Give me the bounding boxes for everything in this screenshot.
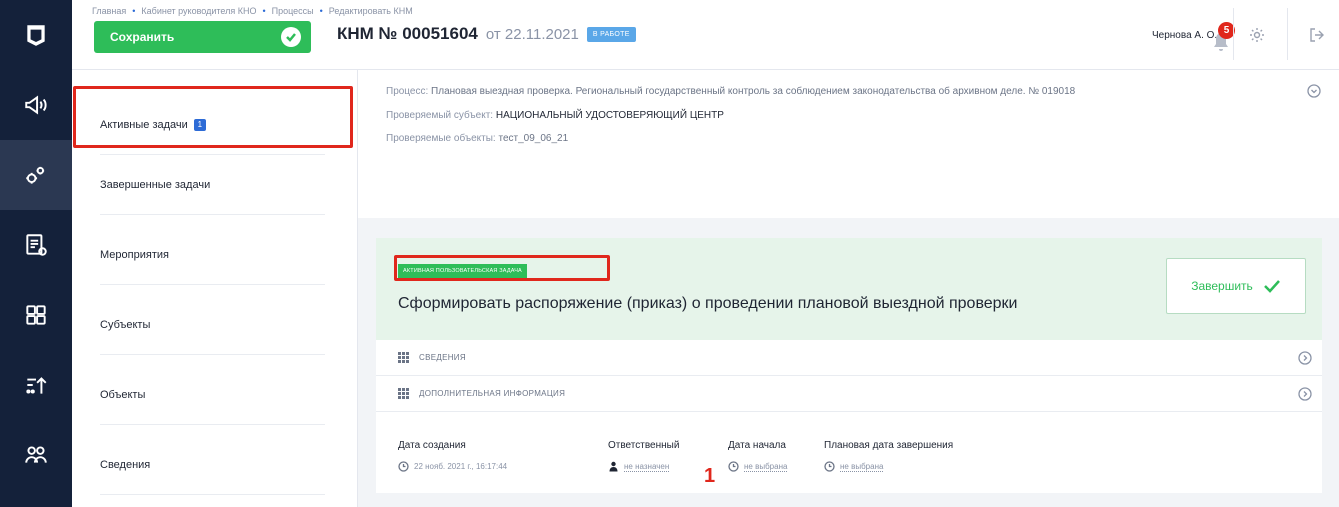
nav-item-active-tasks[interactable]: Активные задачи 1 [100,95,325,155]
nav-item-completed-tasks[interactable]: Завершенные задачи [100,155,325,215]
finish-button-label: Завершить [1191,279,1253,293]
table-grid-icon [398,352,409,363]
megaphone-icon[interactable] [0,70,72,140]
process-line: Процесс: Плановая выездная проверка. Рег… [386,84,1309,100]
dashboard-icon[interactable] [0,280,72,350]
clock-icon [398,461,409,472]
nav-item-label: Объекты [100,388,146,401]
nav-item-info[interactable]: Сведения [100,435,325,495]
task-header: АКТИВНАЯ ПОЛЬЗОВАТЕЛЬСКАЯ ЗАДАЧА Сформир… [376,238,1322,340]
nav-item-label: Завершенные задачи [100,178,211,191]
annotation-marker: 1 [704,465,716,487]
subject-line: Проверяемый субъект: НАЦИОНАЛЬНЫЙ УДОСТО… [386,108,1309,124]
section-details[interactable]: СВЕДЕНИЯ [376,340,1322,376]
header-divider [1287,8,1288,60]
breadcrumb-separator: • [319,6,323,16]
table-grid-icon [398,388,409,399]
breadcrumb-item[interactable]: Главная [92,6,126,16]
gears-icon[interactable] [0,140,72,210]
check-icon [281,27,301,47]
process-info: Процесс: Плановая выездная проверка. Рег… [358,70,1339,218]
nav-item-events[interactable]: Мероприятия [100,225,325,285]
header-divider [1233,8,1234,60]
document-number: КНМ № 00051604 [337,24,478,43]
tasks-upload-icon[interactable] [0,350,72,420]
status-badge: В РАБОТЕ [586,26,636,42]
task-title: Сформировать распоряжение (приказ) о про… [398,295,1018,312]
breadcrumb-separator: • [132,6,136,16]
meta-label: Дата начала [728,440,786,451]
responsible-select[interactable]: не назначен [624,462,670,472]
logout-icon[interactable] [1308,26,1326,44]
breadcrumb-item[interactable]: Процессы [272,6,314,16]
clock-icon [728,461,739,472]
person-icon [609,461,618,472]
section-additional-info[interactable]: ДОПОЛНИТЕЛЬНАЯ ИНФОРМАЦИЯ [376,376,1322,412]
nav-item-subjects[interactable]: Субъекты [100,295,325,355]
breadcrumb-separator: • [262,6,266,16]
meta-value: 22 нояб. 2021 г., 16:17:44 [414,462,508,471]
breadcrumb: Главная • Кабинет руководителя КНО • Про… [92,6,413,16]
app-rail [0,0,72,507]
users-icon[interactable] [0,420,72,490]
check-icon [1263,280,1280,293]
subject-label: Проверяемый субъект: [386,109,494,121]
process-label: Процесс: [386,86,429,97]
clock-icon [824,461,835,472]
section-label: ДОПОЛНИТЕЛЬНАЯ ИНФОРМАЦИЯ [419,389,566,398]
process-value: Плановая выездная проверка. Региональный… [431,86,1076,97]
process-nav: Активные задачи 1 Завершенные задачи Мер… [72,70,358,507]
nav-item-label: Активные задачи [100,118,188,131]
collapse-process-chevron-icon[interactable] [1307,84,1321,98]
document-date: от 22.11.2021 [485,25,579,43]
nav-item-label: Субъекты [100,318,151,331]
settings-gear-icon[interactable] [1248,26,1266,44]
start-date-picker[interactable]: не выбрана [744,462,788,472]
expand-chevron-icon[interactable] [1298,351,1312,365]
meta-label: Плановая дата завершения [824,440,954,451]
notifications-button[interactable]: 5 [1212,20,1242,54]
report-icon[interactable] [0,210,72,280]
meta-start-date: Дата начала не выбрана [728,440,788,472]
meta-created: Дата создания 22 нояб. 2021 г., 16:17:44 [398,440,507,472]
meta-label: Дата создания [398,440,466,451]
section-label: СВЕДЕНИЯ [419,353,466,362]
nav-item-label: Сведения [100,458,151,471]
document-title: КНМ № 00051604 от 22.11.2021 В РАБОТЕ [337,24,636,44]
nav-item-objects[interactable]: Объекты [100,365,325,425]
meta-planned-end-date: Плановая дата завершения не выбрана [824,440,953,472]
breadcrumb-item[interactable]: Кабинет руководителя КНО [141,6,256,16]
expand-chevron-icon[interactable] [1298,387,1312,401]
header: Главная • Кабинет руководителя КНО • Про… [72,0,1339,70]
finish-task-button[interactable]: Завершить [1166,258,1306,314]
breadcrumb-item: Редактировать КНМ [328,6,413,16]
planned-end-date-picker[interactable]: не выбрана [840,462,884,472]
subject-value: НАЦИОНАЛЬНЫЙ УДОСТОВЕРЯЮЩИЙ ЦЕНТР [495,109,724,121]
meta-label: Ответственный [608,440,680,451]
objects-line: Проверяемые объекты: тест_09_06_21 [386,131,1309,147]
main-content: Процесс: Плановая выездная проверка. Рег… [358,70,1339,507]
meta-responsible: Ответственный не назначен [608,440,679,472]
objects-value: тест_09_06_21 [498,133,569,144]
objects-label: Проверяемые объекты: [386,133,496,144]
app-logo-icon[interactable] [0,0,72,70]
nav-item-label: Мероприятия [100,248,169,261]
save-button-label: Сохранить [110,30,175,44]
active-tasks-count-badge: 1 [193,118,206,131]
task-type-badge: АКТИВНАЯ ПОЛЬЗОВАТЕЛЬСКАЯ ЗАДАЧА [398,264,527,278]
task-card: АКТИВНАЯ ПОЛЬЗОВАТЕЛЬСКАЯ ЗАДАЧА Сформир… [376,238,1322,493]
user-name[interactable]: Чернова А. О. [1152,30,1217,41]
save-button[interactable]: Сохранить [94,21,311,53]
